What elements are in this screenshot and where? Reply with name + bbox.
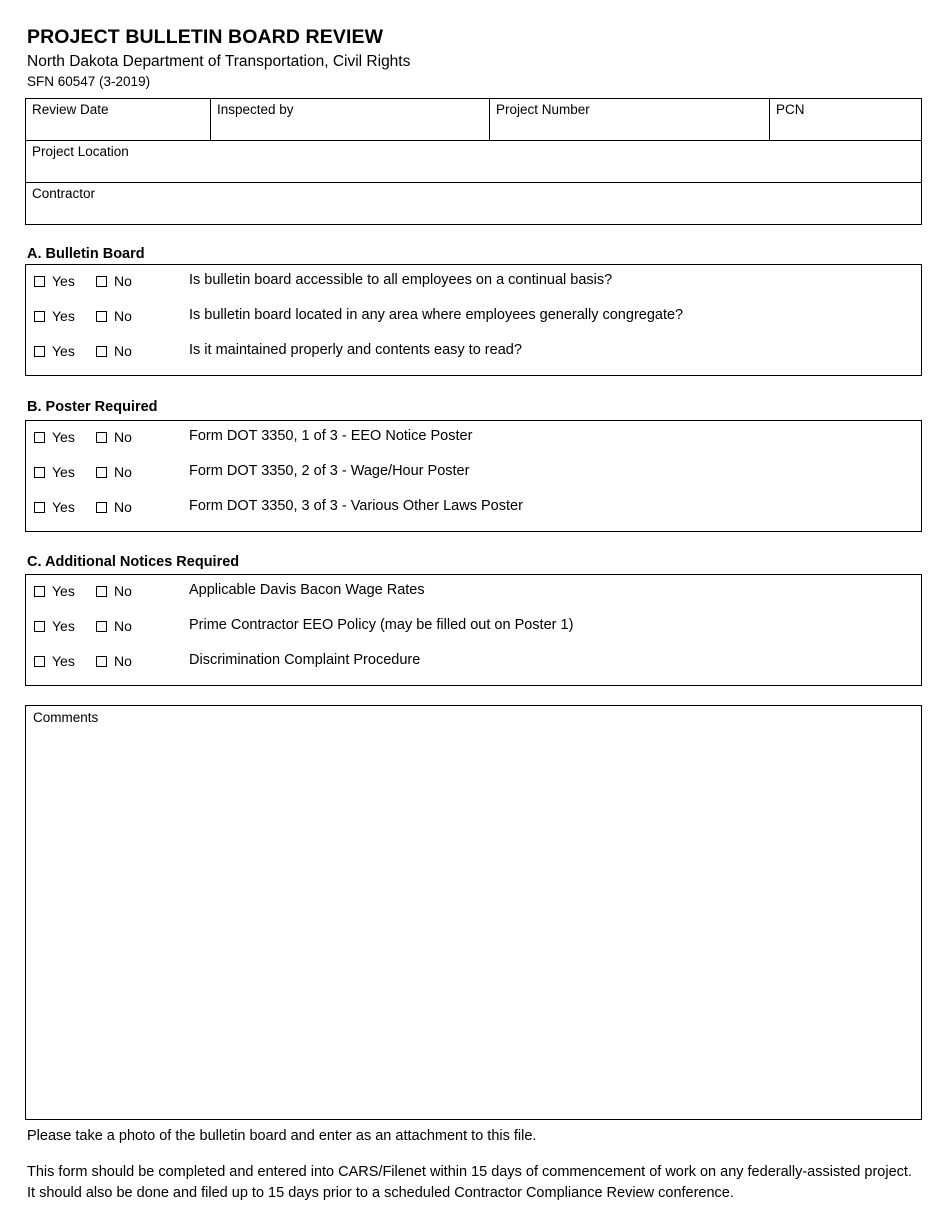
checkbox-no-label: No xyxy=(114,308,132,324)
checklist-row: Yes No Applicable Davis Bacon Wage Rates xyxy=(26,575,921,610)
project-number-field[interactable]: Project Number xyxy=(490,99,770,140)
checkbox-icon[interactable] xyxy=(96,655,107,667)
checkbox-no[interactable]: No xyxy=(96,584,132,598)
section-a-heading: A. Bulletin Board xyxy=(27,246,145,262)
checklist-row: Yes No Discrimination Complaint Procedur… xyxy=(26,645,921,680)
checklist-row: Yes No Form DOT 3350, 2 of 3 - Wage/Hour… xyxy=(26,456,921,491)
checkbox-icon[interactable] xyxy=(96,585,107,597)
section-c-heading: C. Additional Notices Required xyxy=(27,554,240,570)
checkbox-icon[interactable] xyxy=(96,345,107,357)
checkbox-no-label: No xyxy=(114,618,132,634)
checkbox-no-label: No xyxy=(114,499,132,515)
checkbox-no[interactable]: No xyxy=(96,500,132,514)
question-text: Form DOT 3350, 1 of 3 - EEO Notice Poste… xyxy=(189,428,473,444)
checkbox-icon[interactable] xyxy=(34,466,45,478)
checkbox-icon[interactable] xyxy=(96,501,107,513)
checkbox-no-label: No xyxy=(114,429,132,445)
question-text: Is bulletin board located in any area wh… xyxy=(189,307,684,323)
section-a-box: Yes No Is bulletin board accessible to a… xyxy=(25,264,922,376)
checkbox-icon[interactable] xyxy=(34,345,45,357)
question-text: Is bulletin board accessible to all empl… xyxy=(189,272,613,288)
footer-note-photo: Please take a photo of the bulletin boar… xyxy=(27,1128,537,1144)
checklist-row: Yes No Form DOT 3350, 1 of 3 - EEO Notic… xyxy=(26,421,921,456)
checkbox-yes-label: Yes xyxy=(52,464,75,480)
checkbox-yes-label: Yes xyxy=(52,583,75,599)
checkbox-yes[interactable]: Yes xyxy=(34,430,75,444)
checkbox-no[interactable]: No xyxy=(96,654,132,668)
checkbox-no[interactable]: No xyxy=(96,430,132,444)
checkbox-yes[interactable]: Yes xyxy=(34,274,75,288)
checkbox-no[interactable]: No xyxy=(96,309,132,323)
checkbox-yes[interactable]: Yes xyxy=(34,344,75,358)
project-location-field[interactable]: Project Location xyxy=(26,141,921,182)
question-text: Form DOT 3350, 3 of 3 - Various Other La… xyxy=(189,498,523,514)
checklist-row: Yes No Prime Contractor EEO Policy (may … xyxy=(26,610,921,645)
comments-label: Comments xyxy=(33,710,99,725)
form-page: PROJECT BULLETIN BOARD REVIEW North Dako… xyxy=(0,0,950,1230)
table-row: Project Location xyxy=(26,140,921,182)
project-info-table: Review Date Inspected by Project Number … xyxy=(25,98,922,225)
checkbox-icon[interactable] xyxy=(34,501,45,513)
checkbox-icon[interactable] xyxy=(34,275,45,287)
checkbox-icon[interactable] xyxy=(34,431,45,443)
checkbox-icon[interactable] xyxy=(96,620,107,632)
checkbox-no[interactable]: No xyxy=(96,465,132,479)
inspected-by-field[interactable]: Inspected by xyxy=(211,99,490,140)
checkbox-no-label: No xyxy=(114,464,132,480)
checklist-row: Yes No Is it maintained properly and con… xyxy=(26,335,921,370)
checkbox-no-label: No xyxy=(114,273,132,289)
page-title: PROJECT BULLETIN BOARD REVIEW xyxy=(27,26,384,48)
question-text: Applicable Davis Bacon Wage Rates xyxy=(189,582,425,598)
section-b-heading: B. Poster Required xyxy=(27,399,158,415)
checkbox-no[interactable]: No xyxy=(96,344,132,358)
checkbox-yes[interactable]: Yes xyxy=(34,500,75,514)
contractor-field[interactable]: Contractor xyxy=(26,183,921,224)
checkbox-icon[interactable] xyxy=(96,466,107,478)
checkbox-no[interactable]: No xyxy=(96,619,132,633)
question-text: Is it maintained properly and contents e… xyxy=(189,342,522,358)
table-row: Review Date Inspected by Project Number … xyxy=(26,99,921,140)
section-b-box: Yes No Form DOT 3350, 1 of 3 - EEO Notic… xyxy=(25,420,922,532)
checkbox-icon[interactable] xyxy=(96,275,107,287)
checkbox-icon[interactable] xyxy=(34,585,45,597)
section-c-box: Yes No Applicable Davis Bacon Wage Rates… xyxy=(25,574,922,686)
checkbox-yes[interactable]: Yes xyxy=(34,465,75,479)
checkbox-yes[interactable]: Yes xyxy=(34,619,75,633)
pcn-field[interactable]: PCN xyxy=(770,99,920,140)
form-header: PROJECT BULLETIN BOARD REVIEW North Dako… xyxy=(27,25,917,91)
checkbox-yes-label: Yes xyxy=(52,343,75,359)
checkbox-icon[interactable] xyxy=(34,620,45,632)
checkbox-yes-label: Yes xyxy=(52,429,75,445)
checkbox-yes-label: Yes xyxy=(52,308,75,324)
agency-subtitle: North Dakota Department of Transportatio… xyxy=(27,53,411,70)
checkbox-no[interactable]: No xyxy=(96,274,132,288)
review-date-field[interactable]: Review Date xyxy=(26,99,211,140)
checkbox-icon[interactable] xyxy=(34,310,45,322)
comments-field[interactable]: Comments xyxy=(25,705,922,1120)
form-number: SFN 60547 (3-2019) xyxy=(27,74,151,89)
checkbox-yes[interactable]: Yes xyxy=(34,654,75,668)
checkbox-yes-label: Yes xyxy=(52,273,75,289)
table-row: Contractor xyxy=(26,182,921,224)
checkbox-no-label: No xyxy=(114,583,132,599)
checkbox-icon[interactable] xyxy=(96,310,107,322)
checkbox-yes[interactable]: Yes xyxy=(34,309,75,323)
question-text: Form DOT 3350, 2 of 3 - Wage/Hour Poster xyxy=(189,463,470,479)
footer-note-filing: This form should be completed and entere… xyxy=(27,1164,912,1201)
checkbox-no-label: No xyxy=(114,653,132,669)
question-text: Discrimination Complaint Procedure xyxy=(189,652,421,668)
checkbox-icon[interactable] xyxy=(96,431,107,443)
checkbox-icon[interactable] xyxy=(34,655,45,667)
checkbox-yes-label: Yes xyxy=(52,499,75,515)
checkbox-yes-label: Yes xyxy=(52,653,75,669)
checkbox-yes[interactable]: Yes xyxy=(34,584,75,598)
checkbox-yes-label: Yes xyxy=(52,618,75,634)
checklist-row: Yes No Form DOT 3350, 3 of 3 - Various O… xyxy=(26,491,921,526)
checklist-row: Yes No Is bulletin board accessible to a… xyxy=(26,265,921,300)
checklist-row: Yes No Is bulletin board located in any … xyxy=(26,300,921,335)
checkbox-no-label: No xyxy=(114,343,132,359)
question-text: Prime Contractor EEO Policy (may be fill… xyxy=(189,617,574,633)
